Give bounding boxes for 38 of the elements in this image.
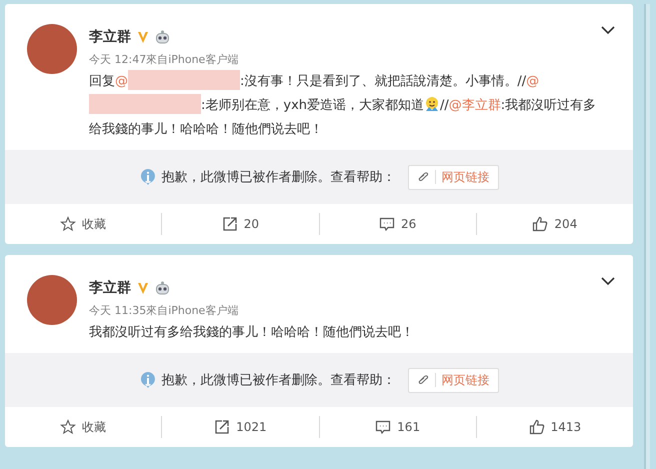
robot-icon [155,30,170,44]
speech-bubble-icon [375,419,392,435]
favorite-button[interactable]: 收藏 [5,407,162,447]
star-icon [60,419,76,435]
comment-button[interactable]: 26 [318,213,476,235]
notice-text: 抱歉，此微博已被作者删除。查看帮助： [162,372,396,389]
link-icon [416,374,428,386]
post-time-source: 今天 11:35來自iPhone客户端 [89,303,240,318]
like-button[interactable]: 204 [476,213,633,235]
like-button[interactable]: 1413 [476,416,633,438]
notice-text: 抱歉，此微博已被作者删除。查看帮助： [162,169,396,186]
thumbs-up-icon [528,419,545,435]
author-name[interactable]: 李立群 [89,28,131,46]
caret-icon[interactable] [601,277,615,286]
robot-icon [155,281,170,295]
smiley-emoji-icon [424,96,440,112]
verified-v-icon [137,30,149,44]
share-arrow-icon [222,216,238,232]
link-icon [416,171,428,183]
author-name[interactable]: 李立群 [89,279,131,297]
scrollbar[interactable] [644,4,650,469]
info-icon [140,371,156,389]
repost-button[interactable]: 20 [161,213,318,235]
post-text: 我都沒听过有多给我錢的事儿！哈哈哈！随他們说去吧！ [89,324,415,342]
speech-bubble-icon [378,216,395,232]
repost-button[interactable]: 1021 [161,416,318,438]
favorite-button[interactable]: 收藏 [5,204,162,244]
avatar-placeholder [27,24,77,74]
info-icon [140,168,156,186]
comment-button[interactable]: 161 [318,416,476,438]
star-icon [60,216,76,232]
caret-icon[interactable] [601,26,615,35]
post-time-source: 今天 12:47來自iPhone客户端 [89,52,240,67]
post-text: 回复@ :沒有事！只是看到了、就把話說清楚。小事情。//@ :老师别在意，yxh爱造谣，大家都知道 //@李立群:我都沒听过有多给我錢的事儿！哈哈哈！随他們说去吧！ [89,70,611,142]
avatar-placeholder [27,275,77,325]
thumbs-up-icon [532,216,548,232]
verified-v-icon [137,282,149,294]
share-arrow-icon [214,419,230,435]
